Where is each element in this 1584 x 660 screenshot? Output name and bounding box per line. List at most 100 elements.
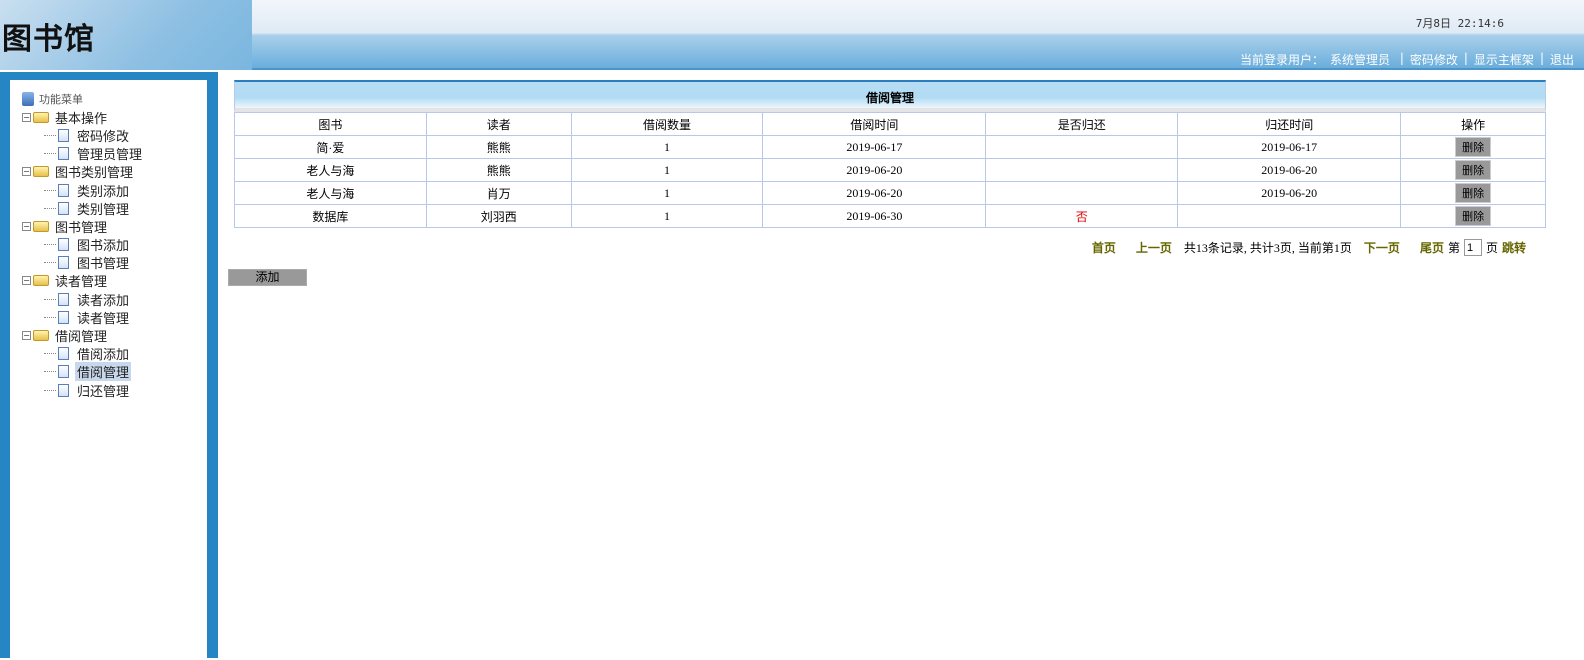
column-header: 操作: [1400, 112, 1546, 136]
menu-item-label[interactable]: 管理员管理: [75, 144, 144, 163]
column-header: 借阅时间: [762, 112, 987, 136]
delete-button[interactable]: 删除: [1455, 183, 1492, 203]
document-icon: [58, 128, 69, 142]
cell-qty: 1: [570, 181, 764, 205]
menu-item[interactable]: 归还管理: [22, 381, 207, 400]
collapse-icon[interactable]: −: [22, 276, 31, 286]
menu-item-label[interactable]: 图书添加: [75, 235, 131, 254]
first-page-link[interactable]: 首页: [1092, 239, 1116, 256]
menu-item-label[interactable]: 读者添加: [75, 290, 131, 309]
menu-group-label[interactable]: 读者管理: [53, 271, 109, 290]
document-icon: [58, 383, 69, 397]
show-main-frame-link[interactable]: 显示主框架: [1474, 51, 1534, 68]
table-row: 数据库 刘羽西 1 2019-06-30 否 删除: [234, 204, 1546, 228]
cell-qty: 1: [570, 135, 764, 159]
menu-group-0[interactable]: − 基本操作: [22, 108, 207, 127]
tree-line: [44, 316, 56, 318]
menu-item[interactable]: 图书管理: [22, 254, 207, 272]
cell-reader: 肖万: [425, 181, 572, 205]
cell-borrow: 2019-06-20: [762, 181, 987, 205]
next-page-link[interactable]: 下一页: [1364, 239, 1400, 256]
menu-item-label[interactable]: 类别添加: [75, 181, 131, 200]
page-number-input[interactable]: [1463, 239, 1482, 256]
table-row: 简·爱 熊熊 1 2019-06-17 2019-06-17 删除: [234, 135, 1546, 159]
document-icon: [58, 347, 69, 361]
pagination: 首页 上一页 共13条记录, 共计3页, 当前第1页 下一页 尾页 第 页跳转: [1084, 239, 1526, 256]
separator: |: [1396, 51, 1404, 65]
delete-button[interactable]: 删除: [1455, 160, 1492, 180]
tree-line: [44, 207, 56, 209]
computer-icon: [22, 92, 34, 107]
cell-book: 老人与海: [234, 181, 427, 205]
add-button[interactable]: 添加: [228, 269, 307, 286]
menu-item-label[interactable]: 读者管理: [75, 308, 131, 327]
delete-button[interactable]: 删除: [1455, 206, 1492, 226]
cell-borrow: 2019-06-20: [762, 158, 987, 182]
menu-item[interactable]: 类别添加: [22, 181, 207, 200]
menu-item[interactable]: 管理员管理: [22, 145, 207, 163]
menu-item[interactable]: 密码修改: [22, 126, 207, 145]
folder-icon: [33, 166, 49, 178]
cell-qty: 1: [570, 158, 764, 182]
cell-return_date: 2019-06-20: [1177, 181, 1402, 205]
cell-reader: 刘羽西: [425, 204, 572, 228]
tree-line: [44, 189, 56, 191]
header: 图书馆 7月8日 22:14:6 当前登录用户： 系统管理员 | 密码修改 | …: [0, 0, 1584, 70]
menu-item[interactable]: 读者管理: [22, 308, 207, 327]
tree-line: [44, 353, 56, 355]
column-header: 图书: [234, 112, 427, 136]
column-header: 借阅数量: [570, 112, 764, 136]
menu-group-2[interactable]: − 图书管理: [22, 217, 207, 236]
collapse-icon[interactable]: −: [22, 112, 31, 122]
cell-reader: 熊熊: [425, 135, 572, 159]
delete-button[interactable]: 删除: [1455, 137, 1492, 157]
menu-item-label[interactable]: 归还管理: [75, 381, 131, 400]
menu-item-label[interactable]: 图书管理: [75, 253, 131, 272]
folder-icon: [33, 330, 49, 342]
change-password-link[interactable]: 密码修改: [1410, 51, 1458, 68]
folder-icon: [33, 111, 49, 123]
page-summary: 共13条记录, 共计3页, 当前第1页: [1183, 241, 1352, 255]
menu-item-label[interactable]: 借阅添加: [75, 344, 131, 363]
menu-item-label[interactable]: 借阅管理: [75, 362, 132, 382]
cell-book: 简·爱: [234, 135, 427, 159]
last-page-link[interactable]: 尾页: [1420, 239, 1444, 256]
menu-group-label[interactable]: 图书类别管理: [53, 162, 135, 181]
logo: 图书馆: [2, 22, 95, 57]
menu-title: 功能菜单: [39, 93, 83, 107]
menu-group-label[interactable]: 基本操作: [53, 108, 109, 127]
menu-item-label[interactable]: 类别管理: [75, 199, 131, 218]
user-name: 系统管理员: [1329, 53, 1390, 67]
separator: |: [1463, 51, 1468, 65]
menu-item[interactable]: 借阅添加: [22, 345, 207, 363]
menu-item[interactable]: 类别管理: [22, 199, 207, 218]
logout-link[interactable]: 退出: [1550, 51, 1574, 68]
collapse-icon[interactable]: −: [22, 167, 31, 177]
menu-item[interactable]: 借阅管理: [22, 362, 207, 382]
folder-icon: [33, 275, 49, 287]
column-header: 归还时间: [1177, 112, 1402, 136]
menu-item-label[interactable]: 密码修改: [75, 126, 131, 145]
collapse-icon[interactable]: −: [22, 221, 31, 231]
cell-qty: 1: [570, 204, 764, 228]
cell-returned: [985, 135, 1179, 159]
user-bar: 当前登录用户： 系统管理员 | 密码修改 | 显示主框架 | 退出: [1240, 51, 1574, 68]
menu-group-label[interactable]: 借阅管理: [53, 326, 109, 345]
menu-group-3[interactable]: − 读者管理: [22, 272, 207, 290]
document-icon: [58, 238, 69, 252]
sidebar: 功能菜单 − 基本操作 密码修改 管理员管理 − 图书类别管理 类别添加 类别管理 − 图书管理 图书…: [0, 72, 218, 660]
menu-item[interactable]: 读者添加: [22, 290, 207, 309]
cell-borrow: 2019-06-17: [762, 135, 987, 159]
page-prefix: 第: [1447, 241, 1460, 255]
page-suffix: 页: [1485, 241, 1498, 255]
go-link[interactable]: 跳转: [1502, 239, 1526, 256]
cell-returned: [985, 158, 1179, 182]
prev-page-link[interactable]: 上一页: [1136, 239, 1172, 256]
collapse-icon[interactable]: −: [22, 331, 31, 341]
menu-group-4[interactable]: − 借阅管理: [22, 326, 207, 345]
menu-item[interactable]: 图书添加: [22, 236, 207, 254]
main-content: 借阅管理 图书 读者 借阅数量 借阅时间 是否归还 归还时间 操作 简·爱 熊熊 1 2019-0…: [218, 72, 1584, 658]
menu-group-label[interactable]: 图书管理: [53, 217, 109, 236]
menu-group-1[interactable]: − 图书类别管理: [22, 163, 207, 181]
document-icon: [58, 147, 69, 161]
